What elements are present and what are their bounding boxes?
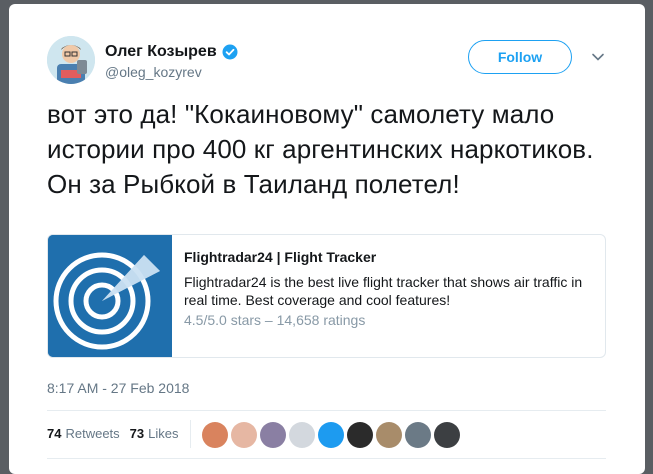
liker-avatar[interactable] bbox=[318, 422, 344, 448]
link-preview-body: Flightradar24 | Flight Tracker Flightrad… bbox=[172, 235, 605, 357]
tweet-stats: 74 Retweets 73 Likes bbox=[47, 426, 179, 441]
liker-avatar[interactable] bbox=[434, 422, 460, 448]
author-name-row[interactable]: Олег Козырев bbox=[105, 42, 238, 62]
author-name[interactable]: Олег Козырев bbox=[105, 43, 217, 61]
liker-avatar[interactable] bbox=[202, 422, 228, 448]
link-description: Flightradar24 is the best live flight tr… bbox=[184, 274, 583, 308]
liker-avatar[interactable] bbox=[405, 422, 431, 448]
follow-button[interactable]: Follow bbox=[468, 40, 572, 74]
liker-avatar[interactable] bbox=[231, 422, 257, 448]
liker-avatars bbox=[202, 422, 463, 448]
tweet-text: вот это да! "Кокаиновому" самолету мало … bbox=[47, 99, 594, 199]
author-avatar[interactable] bbox=[47, 36, 95, 84]
link-preview-card[interactable]: Flightradar24 | Flight Tracker Flightrad… bbox=[47, 234, 606, 358]
retweets-label: Retweets bbox=[65, 426, 120, 441]
retweets-count: 74 bbox=[47, 426, 62, 441]
liker-avatar[interactable] bbox=[376, 422, 402, 448]
likes-count: 73 bbox=[129, 426, 145, 441]
radar-icon bbox=[48, 235, 172, 357]
likes-stat[interactable]: 73 Likes bbox=[130, 426, 179, 441]
liker-avatar[interactable] bbox=[289, 422, 315, 448]
divider bbox=[47, 458, 606, 459]
tweet-card: Олег Козырев @oleg_kozyrev Follow вот эт… bbox=[9, 4, 645, 474]
liker-avatar[interactable] bbox=[260, 422, 286, 448]
divider bbox=[47, 410, 606, 411]
link-title[interactable]: Flightradar24 | Flight Tracker bbox=[184, 248, 593, 266]
link-rating: 4.5/5.0 stars – 14,658 ratings bbox=[184, 312, 366, 328]
retweets-stat[interactable]: 74 Retweets bbox=[47, 426, 120, 441]
liker-avatar[interactable] bbox=[347, 422, 373, 448]
likes-label: Likes bbox=[148, 426, 179, 441]
tweet-timestamp[interactable]: 8:17 AM - 27 Feb 2018 bbox=[47, 380, 189, 396]
chevron-down-icon[interactable] bbox=[591, 50, 605, 64]
author-handle[interactable]: @oleg_kozyrev bbox=[105, 64, 202, 80]
verified-badge-icon bbox=[222, 44, 238, 60]
stats-separator bbox=[190, 420, 191, 448]
